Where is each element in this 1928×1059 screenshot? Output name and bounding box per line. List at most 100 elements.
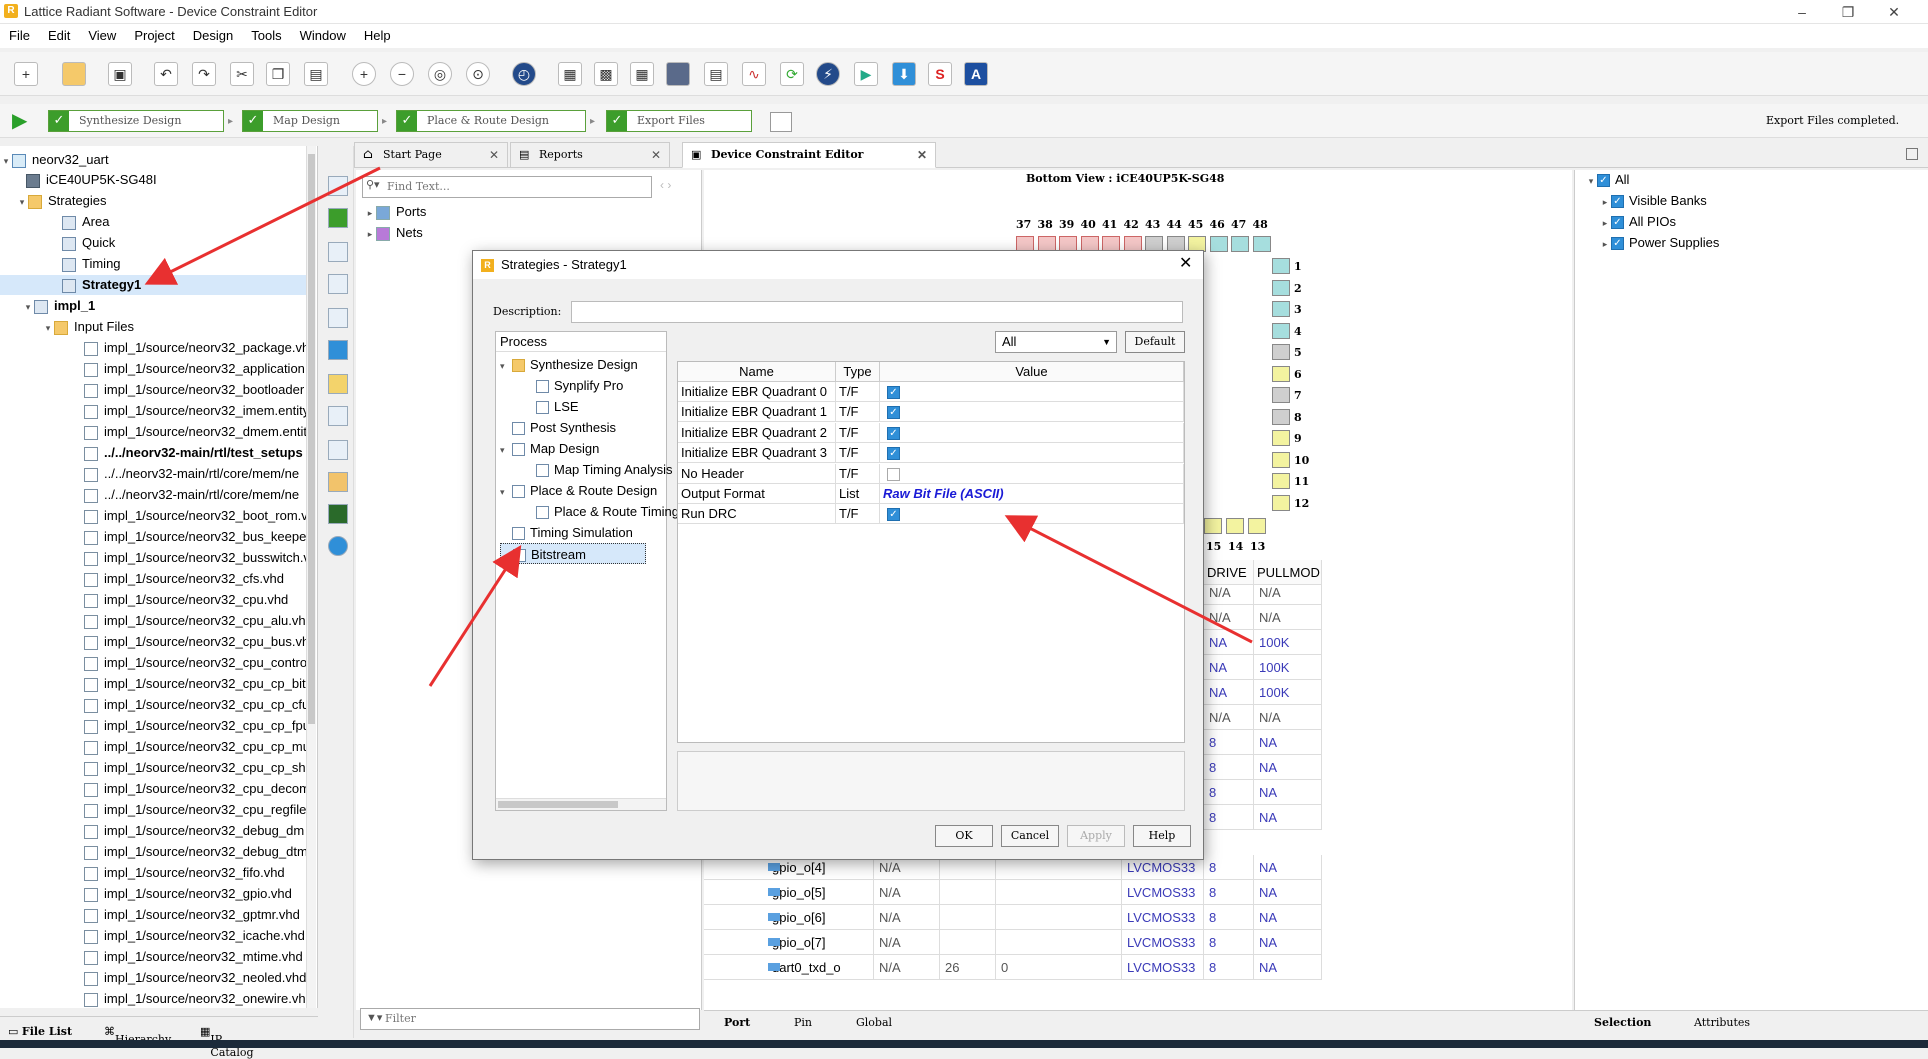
drive-cell[interactable]: NA [1204,680,1254,705]
grid-header-value[interactable]: Value [880,362,1184,382]
tree-nets[interactable]: ▸ Nets [364,223,664,243]
zoom-fit-icon[interactable]: ◎ [428,62,452,86]
tree-strategies[interactable]: ▾ Strategies [0,191,310,211]
tree-file[interactable]: impl_1/source/neorv32_mtime.vhd [0,947,310,967]
process-item[interactable]: ▾ Synthesize Design [500,354,638,375]
active-hdl-icon[interactable]: A [964,62,988,86]
tree-file[interactable]: impl_1/source/neorv32_cpu_cp_mul [0,737,310,757]
grid-header-type[interactable]: Type [836,362,880,382]
port-cell-drive[interactable]: 8 [1204,955,1254,980]
tree-file[interactable]: impl_1/source/neorv32_application [0,359,310,379]
checkbox-icon[interactable]: ✓ [1611,237,1624,251]
programmer-icon[interactable]: ⬇ [892,62,916,86]
process-item[interactable]: ▾ Place & Route Design [500,480,657,501]
port-cell-c1[interactable]: N/A [874,905,940,930]
checkbox-icon[interactable]: ✓ [887,406,900,420]
checkbox-icon[interactable]: ✓ [887,386,900,400]
restore-pane-icon[interactable] [1906,148,1918,160]
process-item[interactable]: Synplify Pro [536,375,623,396]
step-place-route[interactable]: ✓ Place & Route Design [396,110,586,132]
port-cell-c1[interactable]: N/A [874,930,940,955]
chip-view-icon[interactable] [328,504,348,524]
package-pin[interactable] [1272,258,1290,274]
tree-file[interactable]: impl_1/source/neorv32_cpu_cp_cfu [0,695,310,715]
option-value[interactable]: ✓ [880,443,1184,464]
collapse-icon[interactable]: ▾ [500,356,512,375]
netlist-analyzer-icon[interactable]: ▦ [558,62,582,86]
collapse-icon[interactable]: ▾ [1585,171,1597,190]
tree-file[interactable]: impl_1/source/neorv32_debug_dm [0,821,310,841]
expand-icon[interactable]: ▸ [1599,192,1611,211]
menu-window[interactable]: Window [291,24,355,43]
close-tab-icon[interactable]: ✕ [651,143,661,167]
paste-icon[interactable]: ▤ [304,62,328,86]
report-icon[interactable] [328,472,348,492]
drive-cell[interactable]: 8 [1204,780,1254,805]
maximize-button[interactable]: ❐ [1828,2,1868,22]
process-item[interactable]: Place & Route Timing [536,501,679,522]
process-item[interactable]: LSE [536,396,579,417]
description-input[interactable] [571,301,1183,323]
step-export[interactable]: ✓ Export Files [606,110,752,132]
port-cell-io[interactable]: LVCMOS33 [1122,930,1204,955]
tab-selection[interactable]: Selection [1594,1016,1651,1029]
tree-strategy-area[interactable]: Area [0,212,310,232]
minimize-button[interactable]: – [1782,2,1822,22]
pullmode-cell[interactable]: NA [1254,780,1322,805]
copy-icon[interactable]: ❐ [266,62,290,86]
tree-file[interactable]: impl_1/source/neorv32_cpu_control [0,653,310,673]
step-map[interactable]: ✓ Map Design [242,110,378,132]
tree-file[interactable]: impl_1/source/neorv32_cpu_cp_fpu [0,716,310,736]
port-cell-drive[interactable]: 8 [1204,930,1254,955]
open-folder-icon[interactable] [62,62,86,86]
process-item[interactable]: Bitstream [500,543,646,564]
color-legend-icon[interactable] [328,374,348,394]
package-pin[interactable] [1272,279,1290,296]
reveal-inserter-icon[interactable]: ∿ [742,62,766,86]
drive-cell[interactable]: N/A [1204,580,1254,605]
port-cell-c3[interactable] [996,880,1122,905]
port-cell-drive[interactable]: 8 [1204,880,1254,905]
port-cell-c1[interactable]: N/A [874,955,940,980]
drive-cell[interactable]: NA [1204,655,1254,680]
package-pin[interactable] [1272,387,1290,403]
port-cell-pull[interactable]: NA [1254,855,1322,880]
grid-header-name[interactable]: Name [678,362,836,382]
package-view-icon[interactable] [328,406,348,426]
menu-project[interactable]: Project [125,24,183,43]
port-cell-pull[interactable]: NA [1254,930,1322,955]
option-value[interactable]: ✓ [880,382,1184,402]
package-pin[interactable] [1231,236,1249,252]
apply-button[interactable]: Apply [1067,825,1125,847]
process-item[interactable]: Post Synthesis [500,417,616,438]
port-cell-name[interactable]: gpio_o[7] [704,930,874,955]
tree-file[interactable]: impl_1/source/neorv32_icache.vhd [0,926,310,946]
process-item[interactable]: Map Timing Analysis [536,459,673,480]
grid-tool-icon[interactable] [328,308,348,328]
menu-design[interactable]: Design [184,24,242,43]
port-cell-io[interactable]: LVCMOS33 [1122,955,1204,980]
tab-global[interactable]: Global [856,1016,892,1029]
option-value[interactable]: ✓ [880,402,1184,423]
ok-button[interactable]: OK [935,825,993,847]
tree-file[interactable]: impl_1/source/neorv32_cfs.vhd [0,569,310,589]
tree-strategy-timing[interactable]: Timing [0,254,310,274]
tab-device-constraint-editor[interactable]: ▣ Device Constraint Editor ✕ [682,142,936,168]
option-value[interactable] [880,463,1184,484]
port-cell-drive[interactable]: 8 [1204,855,1254,880]
simulation-icon[interactable]: ▶ [854,62,878,86]
close-tab-icon[interactable]: ✕ [917,143,927,167]
table-view-icon[interactable] [328,440,348,460]
pullmode-cell[interactable]: N/A [1254,605,1322,630]
port-cell-pull[interactable]: NA [1254,905,1322,930]
save-icon[interactable]: ▣ [108,62,132,86]
tree-file[interactable]: impl_1/source/neorv32_boot_rom.vhd [0,506,310,526]
port-cell-pull[interactable]: NA [1254,955,1322,980]
package-pin[interactable] [1272,301,1290,317]
port-cell-c2[interactable]: 26 [940,955,996,980]
pullmode-cell[interactable]: 100K [1254,655,1322,680]
tree-strategy-strategy1[interactable]: Strategy1 [0,275,310,295]
tree-file[interactable]: impl_1/source/neorv32_cpu_bus.vhd [0,632,310,652]
tab-ip-catalog[interactable]: ▦ IP Catalog [200,1025,254,1059]
package-pin[interactable] [1272,473,1290,489]
